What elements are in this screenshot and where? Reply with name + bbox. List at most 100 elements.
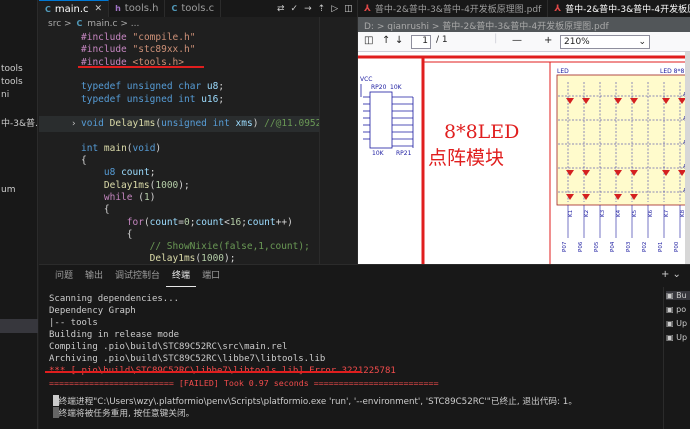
terminal-cursor <box>53 407 59 418</box>
panel-tabs: 问题 输出 调试控制台 终端 端口 <box>39 265 690 287</box>
tab-problems[interactable]: 问题 <box>49 265 79 287</box>
terminal-reuse-line: 终端将被任务重用, 按任意键关闭。 <box>53 409 195 419</box>
terminal-line: Archiving .pio\build\STC89C52RC\libbe7\l… <box>49 354 326 364</box>
terminal-list-item[interactable]: ▣ po <box>666 305 690 314</box>
svg-text:P03: P03 <box>626 241 632 252</box>
svg-text:10K: 10K <box>372 150 385 157</box>
tab-tools-h[interactable]: h tools.h <box>109 0 166 17</box>
svg-text:P02: P02 <box>642 242 648 252</box>
tab-ports[interactable]: 端口 <box>196 265 226 287</box>
explorer-sidebar: tools tools ni 中-3&普... um <box>0 0 38 429</box>
annotation-underline <box>45 371 361 373</box>
zoom-value: 210% <box>564 37 590 47</box>
svg-text:K7: K7 <box>664 209 670 217</box>
check-icon[interactable]: ✓ <box>291 4 299 14</box>
explorer-item[interactable]: 中-3&普... <box>0 116 38 129</box>
svg-text:VCC: VCC <box>360 76 372 83</box>
pdf-tab-bar: ⅄ 普中-2&普中-3&普中-4开发板原理图.pdf ⅄ 普中-2&普中-3&普… <box>358 0 690 17</box>
c-file-icon: C <box>45 4 51 14</box>
svg-text:K4: K4 <box>616 209 622 217</box>
terminal-list: ▣ Bu ▣ po ▣ Up ▣ Up <box>663 287 690 429</box>
page-count: / 1 <box>436 35 448 45</box>
pdf-breadcrumb: D: > qianrushi > 普中-2&普中-3&普中-4开发板原理图.pd… <box>364 22 609 32</box>
minimap[interactable] <box>319 17 357 264</box>
split-icon[interactable]: ◫ <box>344 4 353 14</box>
svg-text:LED 8*8: LED 8*8 <box>660 68 684 75</box>
new-terminal-button[interactable]: + ⌄ <box>661 269 681 280</box>
c-file-icon: C <box>76 19 83 28</box>
pdf-toolbar: ◫ ↑ ↓ 1 / 1 — | 210% ⌄ + <box>358 32 690 52</box>
tab-label: tools.c <box>181 3 215 14</box>
tab-label: tools.h <box>124 3 159 14</box>
pdf-icon: ⅄ <box>364 3 371 14</box>
tab-label: main.c <box>54 3 89 15</box>
bottom-panel: 问题 输出 调试控制台 终端 端口 + ⌄ Scanning dependenc… <box>39 264 690 429</box>
svg-text:K2: K2 <box>584 210 590 217</box>
tab-label: 普中-2&普中-3&普中-4开发板原理图.pdf <box>374 5 542 15</box>
editor-tab-bar: C main.c ✕ h tools.h C tools.c ⇄ ✓ → ⇡ ▷… <box>39 0 368 17</box>
terminal-line: Scanning dependencies... <box>49 294 180 304</box>
pdf-viewer: ⅄ 普中-2&普中-3&普中-4开发板原理图.pdf ⅄ 普中-2&普中-3&普… <box>357 0 690 264</box>
next-page-icon[interactable]: ↓ <box>395 35 403 46</box>
schematic-drawing: VCC RP20 10K 10K RP21 8*8LED 点阵模块 LED LE… <box>358 55 690 264</box>
terminal-list-item[interactable]: ▣ Up <box>666 319 690 328</box>
zoom-out-button[interactable]: — <box>512 35 522 46</box>
svg-text:LED: LED <box>557 68 569 75</box>
vscode-window: tools tools ni 中-3&普... um C main.c ✕ h … <box>0 0 690 429</box>
svg-text:P00: P00 <box>674 241 680 252</box>
prev-page-icon[interactable]: ↑ <box>382 35 390 46</box>
svg-text:P01: P01 <box>658 242 664 252</box>
svg-text:P06: P06 <box>578 241 584 252</box>
upload-icon[interactable]: ⇡ <box>318 4 326 14</box>
svg-text:K5: K5 <box>632 209 638 217</box>
explorer-selected-row[interactable] <box>0 319 38 333</box>
svg-text:K3: K3 <box>600 209 606 217</box>
terminal-cursor <box>53 395 59 406</box>
explorer-item[interactable]: tools <box>0 77 38 87</box>
c-file-icon: C <box>171 4 178 13</box>
svg-text:P07: P07 <box>562 241 568 252</box>
tab-pdf[interactable]: ⅄ 普中-2&普中-3&普中-4开发板原理图.pdf <box>358 0 549 17</box>
tab-debug-console[interactable]: 调试控制台 <box>109 265 166 287</box>
zoom-select[interactable]: 210% ⌄ <box>560 35 650 49</box>
tab-main-c[interactable]: C main.c ✕ <box>39 0 110 17</box>
pdf-page[interactable]: VCC RP20 10K 10K RP21 8*8LED 点阵模块 LED LE… <box>358 52 690 264</box>
close-icon[interactable]: ✕ <box>95 4 103 14</box>
tab-terminal[interactable]: 终端 <box>166 265 197 287</box>
svg-text:K6: K6 <box>648 209 654 217</box>
pdf-icon: ⅄ <box>554 3 562 14</box>
pdf-scrollbar[interactable] <box>685 52 690 264</box>
tab-output[interactable]: 输出 <box>79 265 109 287</box>
svg-text:K1: K1 <box>568 210 574 217</box>
run-icon[interactable]: ▷ <box>331 4 338 14</box>
explorer-item[interactable]: tools <box>0 64 38 74</box>
tab-pdf-active[interactable]: ⅄ 普中-2&普中-3&普中-4开发板原理图.pdf <box>548 0 690 17</box>
compare-icon[interactable]: ⇄ <box>277 4 285 14</box>
tab-tools-c[interactable]: C tools.c <box>165 0 222 17</box>
svg-text:10K: 10K <box>390 84 403 91</box>
page-number-input[interactable]: 1 <box>411 35 431 49</box>
breadcrumb-folder[interactable]: src <box>48 19 61 29</box>
svg-text:RP21: RP21 <box>396 150 412 157</box>
arrow-icon[interactable]: → <box>304 4 312 14</box>
terminal-list-item[interactable]: ▣ Up <box>666 333 690 342</box>
breadcrumb-sep: > <box>64 19 72 29</box>
svg-text:RP20: RP20 <box>371 84 387 91</box>
svg-text:P05: P05 <box>594 241 600 252</box>
chevron-down-icon: ⌄ <box>638 37 646 47</box>
tab-label: 普中-2&普中-3&普中-4开发板原理图.pdf <box>565 5 690 15</box>
explorer-item[interactable]: ni <box>0 90 38 100</box>
code-editor: C main.c ✕ h tools.h C tools.c ⇄ ✓ → ⇡ ▷… <box>39 0 368 264</box>
svg-text:点阵模块: 点阵模块 <box>428 147 504 169</box>
sidebar-toggle-icon[interactable]: ◫ <box>364 35 373 46</box>
h-file-icon: h <box>115 4 121 13</box>
breadcrumb-file[interactable]: main.c <box>87 19 117 29</box>
zoom-in-button[interactable]: + <box>544 35 552 46</box>
toolbar-divider: | <box>494 33 498 44</box>
terminal-list-item[interactable]: ▣ Bu <box>666 291 690 300</box>
breadcrumb-more[interactable]: > ... <box>120 19 139 29</box>
terminal-line: Building in release mode <box>49 330 180 340</box>
explorer-item[interactable]: um <box>0 185 38 195</box>
svg-text:P04: P04 <box>610 241 616 252</box>
editor-actions: ⇄ ✓ → ⇡ ▷ ◫ ⋯ <box>277 0 368 17</box>
